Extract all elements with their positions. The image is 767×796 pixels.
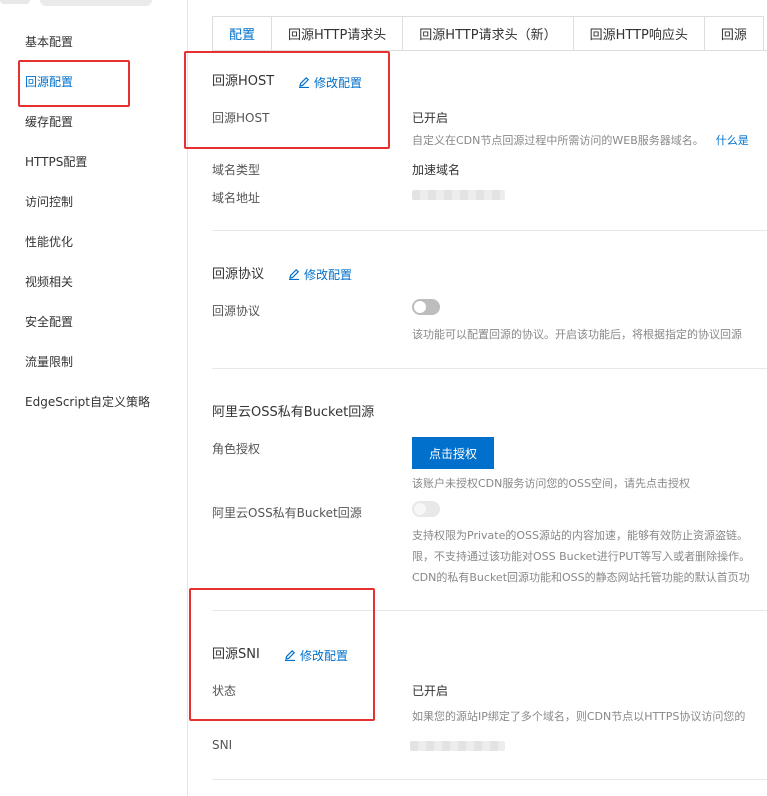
sidebar-item-origin[interactable]: 回源配置: [25, 73, 73, 90]
sni-status-value: 已开启: [412, 684, 449, 698]
origin-protocol-edit-link[interactable]: 修改配置: [288, 266, 352, 283]
sni-status-label: 状态: [212, 684, 237, 698]
domain-address-label: 域名地址: [212, 191, 261, 205]
sidebar-item-video[interactable]: 视频相关: [25, 273, 73, 290]
tab-origin-request-header-new[interactable]: 回源HTTP请求头（新）: [402, 16, 574, 50]
origin-sni-hint: 如果您的源站IP绑定了多个域名，则CDN节点以HTTPS协议访问您的: [412, 710, 746, 723]
oss-hint-line-3: CDN的私有Bucket回源功能和OSS的静态网站托管功能的默认首页功: [412, 571, 750, 584]
sidebar-item-security[interactable]: 安全配置: [25, 313, 73, 330]
origin-protocol-hint: 该功能可以配置回源的协议。开启该功能后，将根据指定的协议回源: [412, 328, 742, 341]
oss-hint-line-2: 限，不支持通过该功能对OSS Bucket进行PUT等写入或者删除操作。: [412, 550, 751, 563]
sidebar-item-basic[interactable]: 基本配置: [25, 33, 73, 50]
tab-origin-request-header[interactable]: 回源HTTP请求头: [271, 16, 404, 50]
edit-link-label: 修改配置: [314, 76, 363, 90]
origin-host-edit-link[interactable]: 修改配置: [298, 74, 362, 91]
edit-link-label: 修改配置: [300, 649, 349, 663]
oss-bucket-toggle[interactable]: [412, 501, 440, 517]
pencil-icon: [285, 649, 296, 661]
sidebar-item-https[interactable]: HTTPS配置: [25, 153, 87, 170]
origin-protocol-toggle[interactable]: [412, 299, 440, 315]
role-auth-hint: 该账户未授权CDN服务访问您的OSS空间，请先点击授权: [412, 477, 691, 490]
edit-link-label: 修改配置: [304, 268, 353, 282]
role-auth-label: 角色授权: [212, 442, 261, 456]
origin-host-title: 回源HOST: [212, 74, 275, 89]
domain-type-value: 加速域名: [412, 163, 461, 177]
domain-type-label: 域名类型: [212, 163, 261, 177]
origin-host-row-label: 回源HOST: [212, 111, 270, 125]
oss-hint-line-1: 支持权限为Private的OSS源站的内容加速，能够有效防止资源盗链。: [412, 529, 748, 542]
sidebar-item-edgescript[interactable]: EdgeScript自定义策略: [25, 393, 150, 410]
origin-protocol-row-label: 回源协议: [212, 304, 261, 318]
origin-protocol-title: 回源协议: [212, 267, 265, 282]
section-divider: [212, 230, 767, 231]
origin-host-help-link[interactable]: 什么是: [716, 134, 749, 147]
domain-address-redacted: [412, 190, 505, 200]
sidebar-item-cache[interactable]: 缓存配置: [25, 113, 73, 130]
origin-host-status: 已开启: [412, 111, 449, 125]
oss-bucket-title: 阿里云OSS私有Bucket回源: [212, 405, 375, 420]
origin-host-highlight-box: [184, 51, 390, 149]
section-divider: [212, 610, 767, 611]
pencil-icon: [299, 76, 310, 88]
tab-bar: 配置 回源HTTP请求头 回源HTTP请求头（新） 回源HTTP响应头 回源: [212, 16, 767, 51]
sidebar: 基本配置 回源配置 缓存配置 HTTPS配置 访问控制 性能优化 视频相关 安全…: [0, 0, 188, 796]
origin-sni-edit-link[interactable]: 修改配置: [284, 647, 348, 664]
sni-value-redacted: [410, 741, 505, 751]
sidebar-item-performance[interactable]: 性能优化: [25, 233, 73, 250]
authorize-button[interactable]: 点击授权: [412, 437, 494, 469]
tab-origin-more[interactable]: 回源: [703, 16, 764, 50]
sidebar-item-traffic-limit[interactable]: 流量限制: [25, 353, 73, 370]
origin-host-hint: 自定义在CDN节点回源过程中所需访问的WEB服务器域名。 什么是: [412, 130, 749, 151]
pencil-icon: [289, 268, 300, 280]
sidebar-item-access-control[interactable]: 访问控制: [25, 193, 73, 210]
oss-bucket-switch-label: 阿里云OSS私有Bucket回源: [212, 506, 362, 520]
section-divider: [212, 779, 767, 780]
tab-config[interactable]: 配置: [212, 16, 273, 50]
section-divider: [212, 368, 767, 369]
sni-label: SNI: [212, 738, 233, 752]
tab-origin-response-header[interactable]: 回源HTTP响应头: [572, 16, 705, 50]
origin-sni-title: 回源SNI: [212, 647, 260, 662]
origin-host-hint-text: 自定义在CDN节点回源过程中所需访问的WEB服务器域名。: [412, 134, 704, 147]
